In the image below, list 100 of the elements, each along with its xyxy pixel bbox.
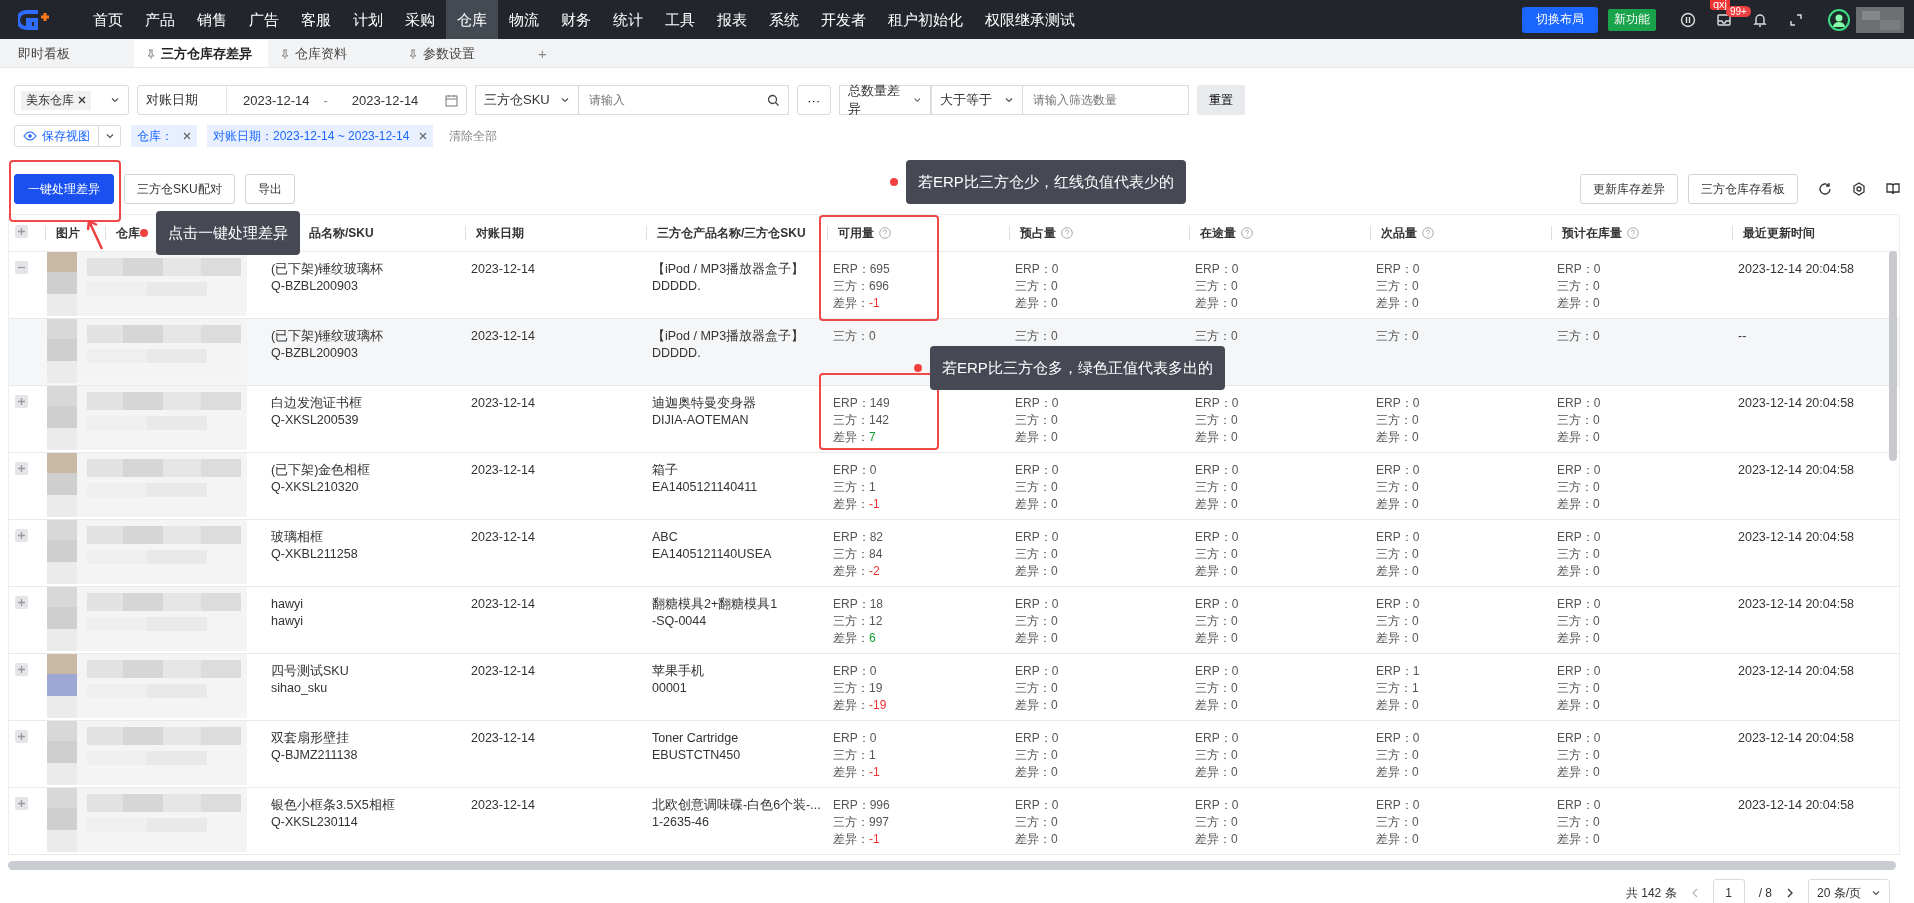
- nav-item[interactable]: 权限继承测试: [974, 0, 1086, 39]
- switch-layout-button[interactable]: 切换布局: [1522, 6, 1598, 33]
- stat-line: 差异：0: [1015, 831, 1058, 848]
- sku-type-select[interactable]: 三方仓SKU: [475, 85, 579, 115]
- nav-item[interactable]: 工具: [654, 0, 706, 39]
- expand-toggle[interactable]: [15, 663, 28, 676]
- action-button[interactable]: 三方仓SKU配对: [124, 174, 235, 204]
- expand-toggle[interactable]: [15, 529, 28, 542]
- inbox-icon[interactable]: [1716, 11, 1732, 28]
- help-icon[interactable]: [879, 227, 891, 239]
- column-header: 预占量: [1020, 224, 1056, 242]
- more-button[interactable]: ···: [796, 85, 831, 115]
- search-field[interactable]: 请输入: [578, 85, 789, 115]
- stat-line: 三方：0: [1195, 546, 1238, 563]
- nav-item[interactable]: 财务: [550, 0, 602, 39]
- settings-icon[interactable]: [1852, 182, 1866, 196]
- nav-item[interactable]: 产品: [134, 0, 186, 39]
- action-button[interactable]: 一键处理差异: [14, 174, 114, 204]
- stat-line: ERP：0: [1015, 730, 1059, 747]
- page-tab[interactable]: 仓库资料: [268, 40, 396, 67]
- stat-line: 差异：0: [1195, 630, 1238, 647]
- book-icon[interactable]: [1886, 182, 1900, 196]
- nav-item[interactable]: 仓库: [446, 0, 498, 39]
- close-icon[interactable]: [78, 96, 86, 104]
- date-range-field[interactable]: 对账日期 2023-12-14 - 2023-12-14: [137, 85, 467, 115]
- reset-button[interactable]: 重置: [1196, 85, 1245, 115]
- page-tab[interactable]: 参数设置: [396, 40, 524, 67]
- stat-line: ERP：0: [1557, 797, 1601, 814]
- expand-all-icon[interactable]: [15, 225, 28, 238]
- clear-all-link[interactable]: 清除全部: [449, 127, 498, 145]
- filter-tag[interactable]: 仓库：: [131, 125, 197, 147]
- prev-page-icon[interactable]: [1690, 888, 1699, 898]
- stat-line: 三方：0: [1195, 814, 1238, 831]
- action-button[interactable]: 导出: [244, 174, 295, 204]
- warehouse-select[interactable]: 美东仓库: [14, 85, 129, 115]
- nav-item[interactable]: 采购: [394, 0, 446, 39]
- product-sku: hawyi: [271, 613, 303, 630]
- diff-type-select[interactable]: 总数量差异: [838, 85, 931, 115]
- help-icon[interactable]: [1061, 227, 1073, 239]
- stat-line: 差异：0: [1015, 496, 1058, 513]
- page-field[interactable]: 1: [1712, 879, 1745, 903]
- dropdown-button[interactable]: [99, 125, 121, 147]
- stat-line: 差异：0: [1015, 295, 1058, 312]
- search-icon[interactable]: [766, 93, 780, 107]
- expand-toggle[interactable]: [15, 730, 28, 743]
- nav-item[interactable]: 开发者: [810, 0, 877, 39]
- vertical-scrollbar[interactable]: [1889, 251, 1897, 461]
- third-party-product-name: 翻糖模具2+翻糖模具1: [652, 596, 778, 613]
- refresh-icon[interactable]: [1818, 182, 1832, 196]
- nav-item[interactable]: 客服: [290, 0, 342, 39]
- expand-toggle[interactable]: [15, 797, 28, 810]
- stat-line: ERP：0: [1376, 797, 1420, 814]
- nav-item[interactable]: 首页: [82, 0, 134, 39]
- filter-tag[interactable]: 对账日期：2023-12-14 ~ 2023-12-14: [207, 125, 434, 147]
- action-button[interactable]: 三方仓库存看板: [1688, 174, 1798, 204]
- help-icon[interactable]: [1241, 227, 1253, 239]
- fullscreen-icon[interactable]: [1788, 11, 1804, 28]
- nav-item[interactable]: 统计: [602, 0, 654, 39]
- avatar-icon[interactable]: [1828, 8, 1850, 31]
- help-icon[interactable]: [1627, 227, 1639, 239]
- action-button[interactable]: 更新库存差异: [1580, 174, 1678, 204]
- pin-icon: [280, 48, 290, 59]
- close-icon[interactable]: [183, 132, 191, 140]
- nav-item[interactable]: 系统: [758, 0, 810, 39]
- next-page-icon[interactable]: [1786, 888, 1794, 898]
- page-size-select[interactable]: 20 条/页: [1808, 879, 1890, 903]
- updated-time: 2023-12-14 20:04:58: [1738, 663, 1855, 680]
- bell-icon[interactable]: [1752, 11, 1768, 28]
- expand-toggle[interactable]: [15, 395, 28, 408]
- operator-select[interactable]: 大于等于: [930, 85, 1023, 115]
- stat-line: 三方：84: [833, 546, 883, 563]
- calendar-icon[interactable]: [445, 93, 458, 107]
- pause-icon[interactable]: [1680, 11, 1696, 28]
- stat-line: ERP：0: [1376, 529, 1420, 546]
- stat-line: 差异：0: [1557, 496, 1600, 513]
- close-icon[interactable]: [419, 132, 428, 140]
- save-view-button[interactable]: 保存视图: [14, 125, 99, 147]
- page-count: / 8: [1758, 886, 1772, 900]
- column-header: 预计在库量: [1562, 224, 1622, 242]
- nav-item[interactable]: 租户初始化: [877, 0, 974, 39]
- third-party-product-name: 迪迦奥特曼变身器: [652, 395, 756, 412]
- stat-line: 差异：-1: [833, 764, 880, 781]
- expand-toggle[interactable]: [15, 261, 28, 274]
- logo-icon[interactable]: [18, 8, 52, 31]
- nav-item[interactable]: 计划: [342, 0, 394, 39]
- horizontal-scrollbar[interactable]: [8, 861, 1896, 870]
- expand-toggle[interactable]: [15, 462, 28, 475]
- third-party-sku: DDDDD.: [652, 345, 701, 362]
- nav-item[interactable]: 报表: [706, 0, 758, 39]
- date-cell: 2023-12-14: [471, 462, 535, 479]
- expand-toggle[interactable]: [15, 596, 28, 609]
- nav-item[interactable]: 物流: [498, 0, 550, 39]
- nav-item[interactable]: 广告: [238, 0, 290, 39]
- stat-line: 三方：997: [833, 814, 890, 831]
- help-icon[interactable]: [1422, 227, 1434, 239]
- page-tab[interactable]: 三方仓库存差异: [134, 40, 268, 67]
- page-tab[interactable]: 即时看板: [6, 40, 134, 67]
- stat-line: ERP：1: [1376, 663, 1420, 680]
- nav-item[interactable]: 销售: [186, 0, 238, 39]
- stat-line: 三方：0: [1376, 613, 1419, 630]
